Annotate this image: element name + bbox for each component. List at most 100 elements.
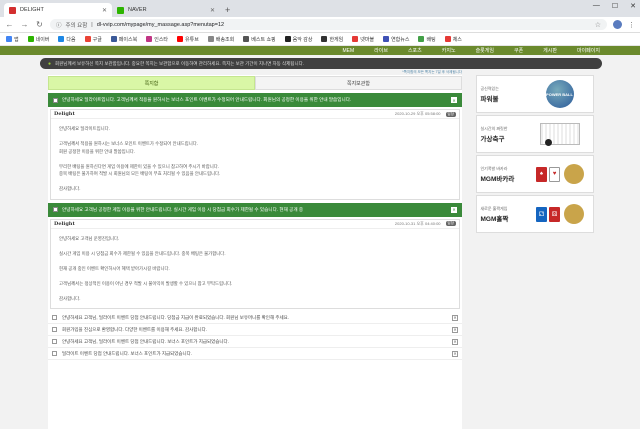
security-label: 주의 요함 — [65, 22, 88, 29]
bookmark-item[interactable]: 구글 — [84, 36, 102, 43]
minimize-icon[interactable]: — — [593, 2, 600, 10]
banner-mgm-baccarat[interactable]: 인기폭발 바카라 MGM바카라 ♠ ♥ — [475, 155, 594, 193]
site-nav-item[interactable]: 스포츠 — [408, 47, 422, 54]
banner-title: 가상축구 — [480, 135, 505, 143]
delete-icon[interactable]: ✕ — [452, 338, 458, 345]
bookmark-item[interactable]: 베스트 쇼핑 — [243, 36, 276, 43]
list-item-title: 딜라이트 이벤트 당첨 안내드립니다. 보너스 포인트가 지급되었습니다. — [62, 350, 193, 356]
new-tab-icon[interactable]: + — [225, 5, 230, 15]
maximize-icon[interactable]: ☐ — [612, 2, 618, 10]
bookmark-label: 배팅 — [426, 36, 436, 43]
reply-button[interactable]: 답장 — [445, 111, 456, 117]
browser-tab-delight[interactable]: DELIGHT ✕ — [4, 3, 112, 17]
bookmark-label: 배송조회 — [215, 36, 235, 43]
bookmark-item[interactable]: 배팅 — [418, 36, 436, 43]
list-item[interactable]: 딜라이트 이벤트 당첨 안내드립니다. 보너스 포인트가 지급되었습니다. ✕ — [48, 348, 462, 360]
forward-icon[interactable]: → — [20, 20, 29, 29]
naver-favicon-icon — [117, 6, 124, 14]
bookmark-label: 구글 — [92, 36, 102, 43]
bookmark-star-icon[interactable]: ☆ — [595, 21, 601, 29]
close-icon[interactable]: ✕ — [102, 7, 107, 14]
message-line — [59, 272, 451, 280]
browser-tab-strip: DELIGHT ✕ NAVER ✕ + — ☐ ✕ — [0, 0, 640, 17]
bookmark-favicon-icon — [444, 36, 451, 42]
message-checkbox[interactable] — [52, 339, 57, 344]
banner-title: MGM바카라 — [480, 175, 515, 183]
bookmark-label: 앱 — [14, 36, 19, 43]
banner-virtual-soccer[interactable]: 실시간의 짜릿한 가상축구 — [475, 115, 594, 153]
bookmark-item[interactable]: 유튜브 — [177, 36, 199, 43]
site-nav-item[interactable]: 라이브 — [374, 47, 388, 54]
info-icon[interactable]: ⓘ — [56, 21, 62, 29]
message-header[interactable]: 안녕하세요 고객님 공정한 게임 이용을 위한 안내드립니다. 실시간 게임 이… — [48, 202, 462, 217]
site-nav-item[interactable]: 게시판 — [543, 47, 557, 54]
notice-icon: ● — [48, 60, 52, 67]
bookmark-item[interactable]: 체스 — [444, 36, 462, 43]
window-close-icon[interactable]: ✕ — [630, 2, 636, 10]
notice-text: 회원님께서 보유하신 쪽지 보관함입니다. 중요한 쪽지는 보관함으로 이동하여… — [55, 60, 304, 66]
bookmark-favicon-icon — [418, 36, 425, 42]
bookmark-item[interactable]: 음악 감상 — [284, 36, 313, 43]
url-text: dl-vvip.com/mypage/my_massage.asp?menuta… — [96, 21, 225, 28]
delete-icon[interactable]: ✕ — [452, 314, 458, 321]
bookmark-item[interactable]: 네이버 — [27, 36, 49, 43]
message-checkbox[interactable] — [52, 327, 57, 332]
close-icon[interactable]: ✕ — [210, 7, 215, 14]
message-line: 안녕하세요 고객님 운영진입니다. — [59, 235, 120, 241]
site-nav-item[interactable]: MEM — [342, 48, 354, 54]
bookmark-item[interactable]: 인스타 — [146, 36, 168, 43]
bookmark-label: 체스 — [452, 36, 462, 43]
message-line: 안녕하세요 딜라이트입니다. — [59, 126, 110, 131]
bookmark-item[interactable]: 한게임 — [321, 36, 343, 43]
message-checkbox[interactable] — [52, 315, 57, 320]
bookmark-item[interactable]: 배송조회 — [207, 36, 235, 43]
message-line — [59, 242, 451, 250]
page-content: ● 회원님께서 보유하신 쪽지 보관함입니다. 중요한 쪽지는 보관함으로 이동… — [0, 55, 640, 429]
delete-icon[interactable]: ✕ — [452, 350, 458, 357]
delete-icon[interactable]: ✕ — [451, 97, 457, 103]
bookmark-item[interactable]: 페이스북 — [110, 36, 138, 43]
bookmark-item[interactable]: 넷마블 — [352, 36, 374, 43]
message-line: 고객님께서 적용을 원하시는 보너스 포인트 이벤트가 수정되어 안내드립니다. — [59, 141, 199, 146]
bookmark-item[interactable]: 연합뉴스 — [383, 36, 409, 43]
site-nav-item[interactable]: 마이페이지 — [577, 47, 600, 54]
message-line: 고객님께서는 정상적인 이용이 아닌 경우 적발 시 불이익이 발생할 수 있으… — [59, 280, 233, 286]
bookmark-label: 음악 감상 — [292, 36, 313, 43]
list-item-title: 회원가입을 진심으로 환영합니다. 다양한 이벤트를 이용해 주세요. 감사합니… — [62, 326, 207, 332]
message-checkbox[interactable] — [52, 351, 57, 356]
message-header[interactable]: 안녕하세요 딜라이트입니다. 고객님께서 적용을 원하시는 보너스 포인트 이벤… — [48, 93, 462, 107]
reply-button[interactable]: 답장 — [445, 221, 456, 226]
address-bar[interactable]: ⓘ 주의 요함 | dl-vvip.com/mypage/my_massage.… — [50, 19, 607, 30]
powerball-logo: POWER BALL — [545, 80, 574, 108]
bookmark-item[interactable]: 다음 — [58, 36, 76, 43]
bookmark-favicon-icon — [207, 36, 214, 42]
banner-mgm-oddeven[interactable]: 새로운 홀짝게임 MGM홀짝 ⚁ ⚄ — [475, 195, 594, 233]
reload-icon[interactable]: ↻ — [35, 20, 44, 29]
mgm-lion-icon — [564, 204, 584, 224]
browser-tab-naver[interactable]: NAVER ✕ — [112, 3, 220, 17]
banner-powerball[interactable]: 공신력있는 파워볼 POWER BALL — [475, 75, 594, 113]
mgm-lion-icon — [564, 164, 584, 184]
delight-logo: Delight — [54, 220, 75, 227]
list-item[interactable]: 안녕하세요 고객님, 딜라이트 이벤트 당첨 안내드립니다. 당첨금 지급이 완… — [48, 312, 462, 324]
tab-saved[interactable]: 쪽지보관함 — [255, 76, 462, 90]
delete-icon[interactable]: ✕ — [451, 206, 457, 213]
message-line: 감사합니다. — [59, 295, 81, 301]
site-nav-item[interactable]: 카지노 — [442, 47, 456, 54]
profile-avatar[interactable] — [613, 20, 622, 29]
bookmark-label: 페이스북 — [118, 36, 138, 43]
back-icon[interactable]: ← — [5, 20, 14, 29]
menu-icon[interactable]: ⋮ — [628, 21, 635, 29]
message-checkbox[interactable] — [53, 207, 58, 212]
list-item[interactable]: 안녕하세요 고객님, 딜라이트 이벤트 당첨 안내드립니다. 보너스 포인트가 … — [48, 336, 462, 348]
message-checkbox[interactable] — [53, 97, 58, 103]
delete-icon[interactable]: ✕ — [452, 326, 458, 333]
tab-received[interactable]: 쪽지함 — [48, 76, 255, 90]
list-item-title: 안녕하세요 고객님, 딜라이트 이벤트 당첨 안내드립니다. 보너스 포인트가 … — [62, 338, 229, 344]
banner-small: 새로운 홀짝게임 — [480, 205, 508, 211]
list-item[interactable]: 회원가입을 진심으로 환영합니다. 다양한 이벤트를 이용해 주세요. 감사합니… — [48, 324, 462, 336]
banner-title: 파워볼 — [480, 95, 499, 103]
site-nav-item[interactable]: 쿠폰 — [514, 47, 523, 54]
site-nav-item[interactable]: 슬롯게임 — [476, 47, 494, 54]
bookmark-item[interactable]: 앱 — [6, 36, 19, 43]
